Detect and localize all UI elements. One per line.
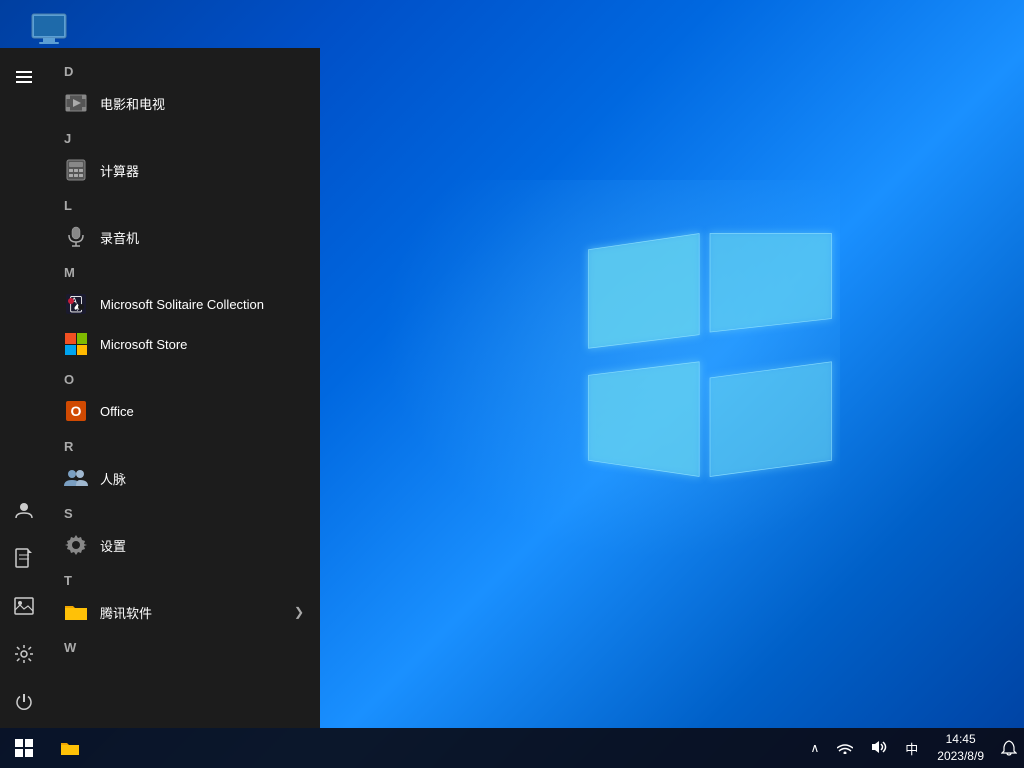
ime-label: 中 [905, 739, 918, 758]
section-t: T [48, 565, 320, 592]
app-tencent-label: 腾讯软件 [100, 603, 294, 622]
notification-button[interactable] [994, 728, 1024, 768]
app-ms-store[interactable]: Microsoft Store [48, 324, 320, 364]
people-icon [64, 466, 88, 490]
app-ms-store-label: Microsoft Store [100, 337, 304, 352]
solitaire-icon: 🂡 [64, 292, 88, 316]
app-tencent-folder[interactable]: 腾讯软件 ❯ [48, 592, 320, 632]
app-settings[interactable]: 设置 [48, 525, 320, 565]
hamburger-button[interactable] [0, 56, 48, 98]
section-s: S [48, 498, 320, 525]
sidebar-power-icon[interactable] [0, 680, 48, 724]
network-icon-button[interactable] [828, 728, 862, 768]
calc-icon [64, 158, 88, 182]
app-people[interactable]: 人脉 [48, 458, 320, 498]
app-calculator[interactable]: 计算器 [48, 150, 320, 190]
app-solitaire[interactable]: 🂡 Microsoft Solitaire Collection [48, 284, 320, 324]
app-list: D 电影和电视 J [48, 48, 320, 728]
app-office[interactable]: O Office [48, 391, 320, 431]
file-explorer-button[interactable] [48, 728, 92, 768]
tray-expand-icon: ∧ [810, 741, 819, 755]
section-r: R [48, 431, 320, 458]
app-people-label: 人脉 [100, 469, 304, 488]
start-sidebar [0, 48, 48, 728]
film-icon [64, 91, 88, 115]
windows-logo [560, 220, 860, 490]
network-icon [837, 740, 853, 757]
clock-time: 14:45 [946, 731, 976, 748]
section-o: O [48, 364, 320, 391]
folder-expand-arrow: ❯ [294, 605, 304, 619]
sidebar-settings-icon[interactable] [0, 632, 48, 676]
start-button[interactable] [0, 728, 48, 768]
ms-store-icon [64, 332, 88, 356]
start-menu: D 电影和电视 J [0, 48, 320, 728]
section-w: W [48, 632, 320, 659]
section-j: J [48, 123, 320, 150]
app-movies-tv[interactable]: 电影和电视 [48, 83, 320, 123]
speaker-icon [871, 739, 887, 758]
app-office-label: Office [100, 404, 304, 419]
section-m: M [48, 257, 320, 284]
office-icon: O [64, 399, 88, 423]
clock-date: 2023/8/9 [937, 748, 984, 765]
svg-text:O: O [71, 403, 82, 419]
folder-icon [64, 600, 88, 624]
this-pc-icon-image [29, 10, 69, 50]
app-solitaire-label: Microsoft Solitaire Collection [100, 297, 304, 312]
app-movies-tv-label: 电影和电视 [100, 94, 304, 113]
taskbar: ∧ [0, 728, 1024, 768]
taskbar-right: ∧ [801, 728, 1024, 768]
settings-icon [64, 533, 88, 557]
sidebar-user-icon[interactable] [0, 488, 48, 532]
sidebar-bottom [0, 488, 48, 728]
mic-icon [64, 225, 88, 249]
section-l: L [48, 190, 320, 217]
ime-button[interactable]: 中 [896, 728, 927, 768]
clock-button[interactable]: 14:45 2023/8/9 [927, 728, 994, 768]
app-settings-label: 设置 [100, 536, 304, 555]
sidebar-photos-icon[interactable] [0, 584, 48, 628]
tray-expand-button[interactable]: ∧ [801, 728, 828, 768]
section-d: D [48, 56, 320, 83]
sidebar-document-icon[interactable] [0, 536, 48, 580]
app-calculator-label: 计算器 [100, 161, 304, 180]
desktop: 此电脑 [0, 0, 1024, 768]
speaker-button[interactable] [862, 728, 896, 768]
app-voice-recorder[interactable]: 录音机 [48, 217, 320, 257]
app-voice-recorder-label: 录音机 [100, 228, 304, 247]
